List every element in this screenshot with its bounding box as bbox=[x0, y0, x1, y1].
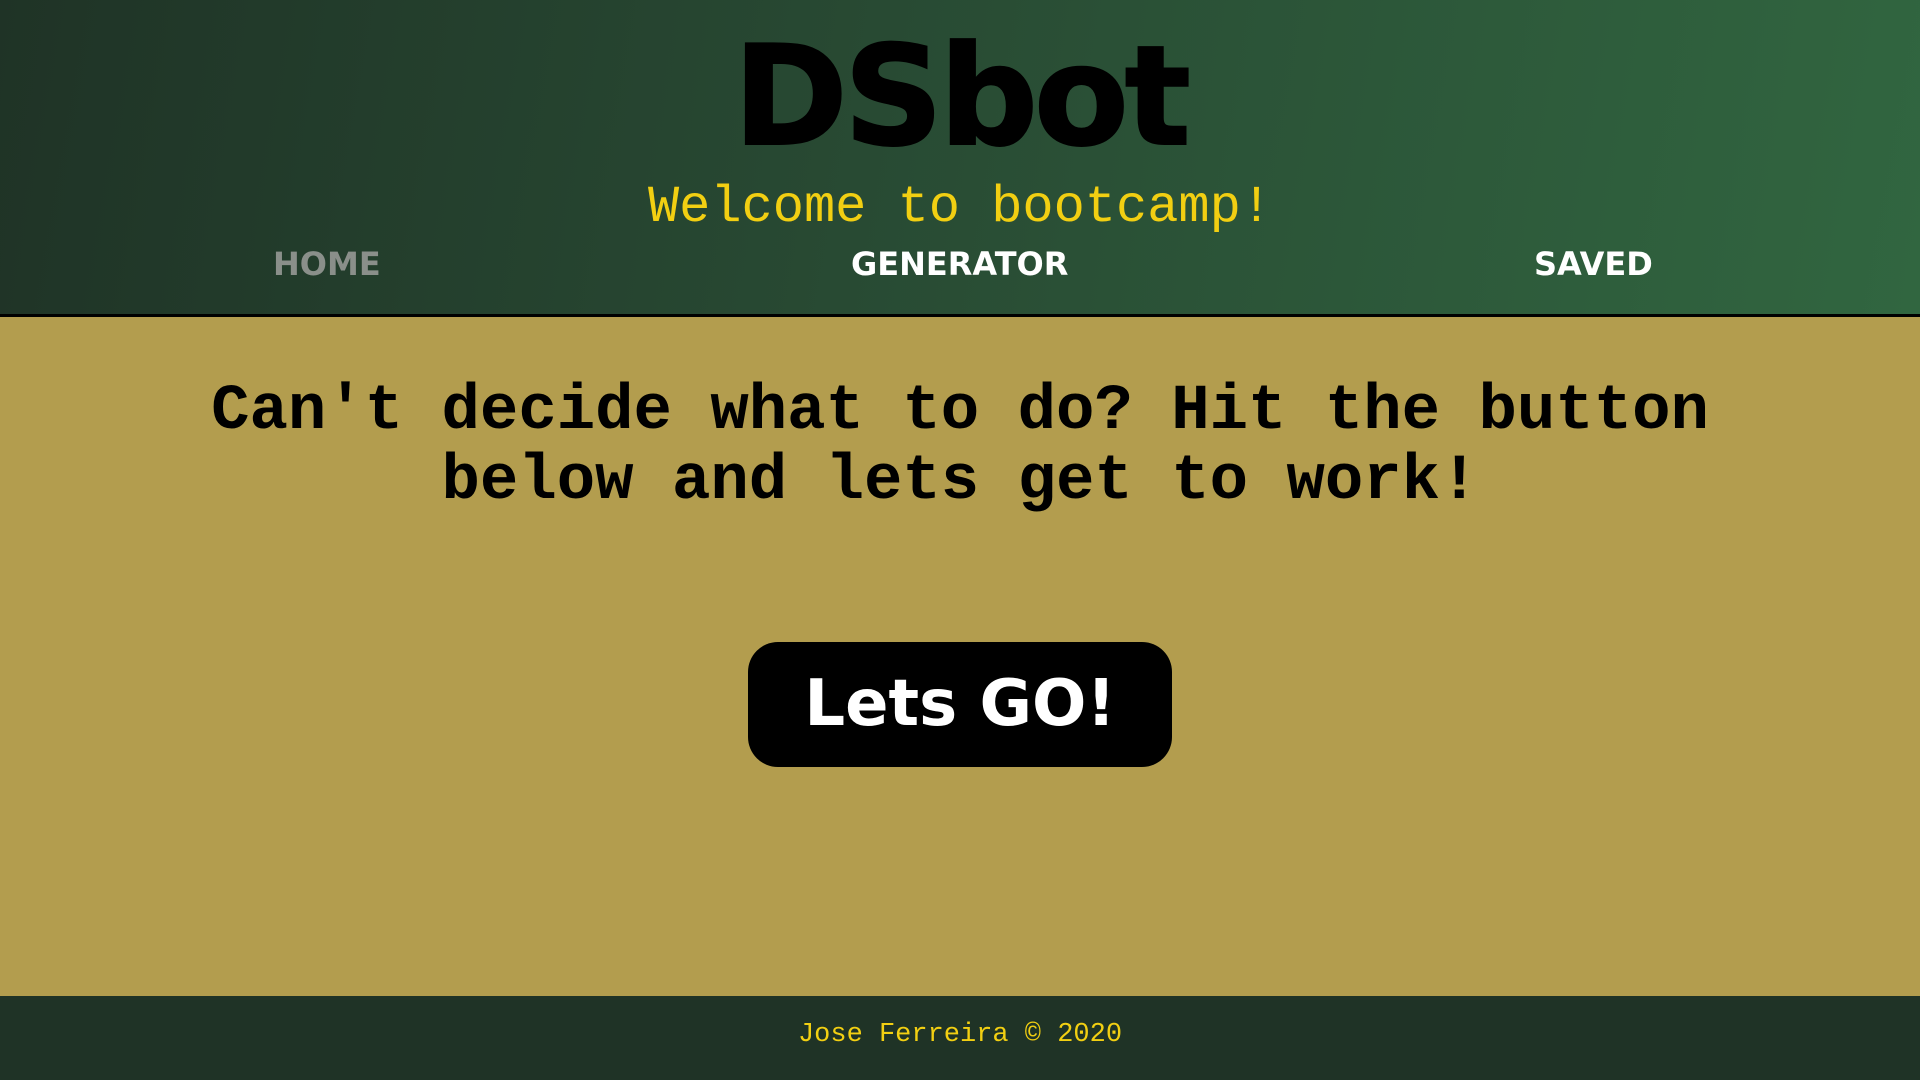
nav-link-home[interactable]: HOME bbox=[273, 244, 381, 284]
main-content: Can't decide what to do? Hit the button … bbox=[0, 317, 1920, 996]
nav-link-saved[interactable]: SAVED bbox=[1534, 244, 1653, 284]
nav-link-generator[interactable]: GENERATOR bbox=[851, 244, 1068, 284]
site-footer: Jose Ferreira © 2020 bbox=[0, 996, 1920, 1080]
site-header: DSbot Welcome to bootcamp! HOME GENERATO… bbox=[0, 0, 1920, 317]
footer-copyright: Jose Ferreira © 2020 bbox=[797, 1020, 1123, 1050]
tagline: Welcome to bootcamp! bbox=[647, 178, 1273, 237]
lets-go-button[interactable]: Lets GO! bbox=[748, 642, 1172, 767]
prompt-text: Can't decide what to do? Hit the button … bbox=[211, 376, 1709, 518]
brand-title: DSbot bbox=[732, 16, 1192, 177]
